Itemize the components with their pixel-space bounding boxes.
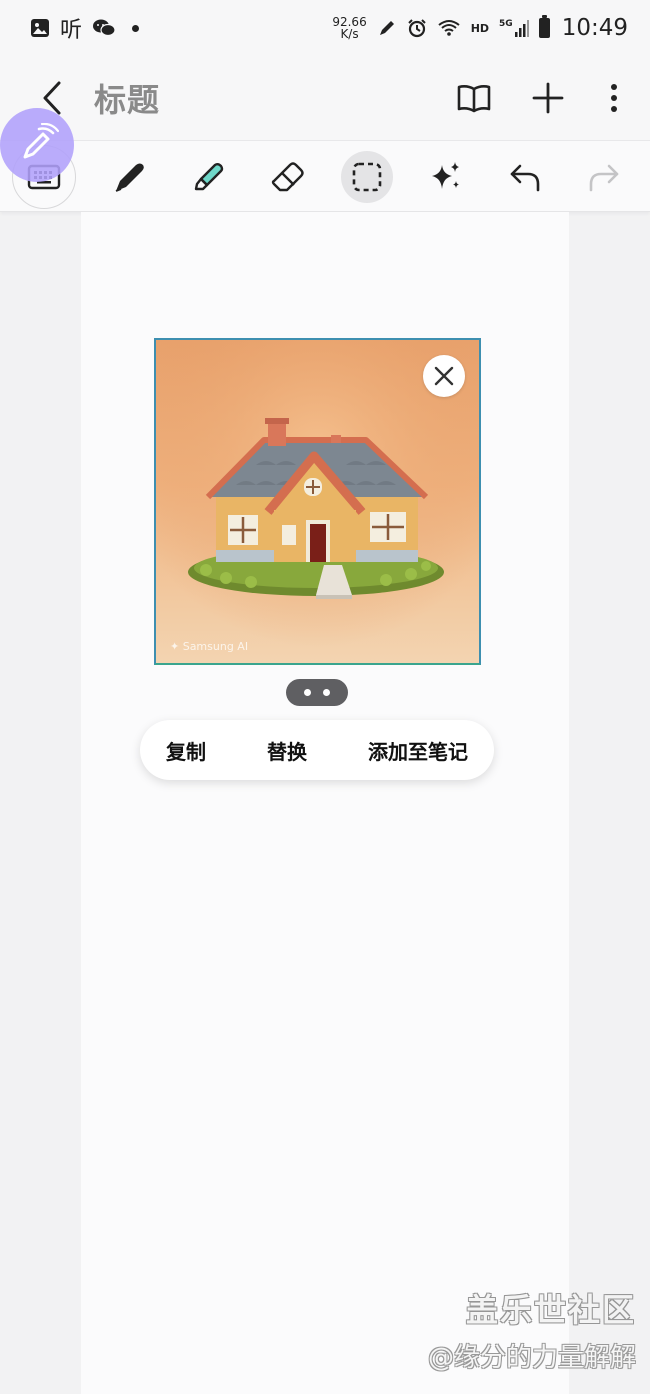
gallery-icon [31, 19, 49, 37]
undo-icon [510, 164, 540, 192]
add-to-note-button[interactable]: 添加至笔记 [368, 736, 468, 765]
eraser-tool[interactable] [262, 151, 314, 203]
title-actions [456, 80, 624, 116]
floating-pen-bubble[interactable] [0, 108, 74, 182]
lasso-select-icon [352, 162, 382, 192]
air-command-pen-icon [23, 123, 59, 159]
drawing-toolbar [0, 140, 650, 212]
replace-button[interactable]: 替换 [267, 736, 307, 765]
undo-button[interactable] [499, 151, 551, 203]
signal-bars-icon [514, 20, 529, 37]
wifi-icon [438, 20, 460, 36]
title-bar: 标题 [0, 56, 650, 140]
status-bar: 听 92.66 K/s HD 5G 10:49 [0, 0, 650, 56]
speed-unit: K/s [340, 27, 359, 41]
handle-dot [323, 689, 330, 696]
eraser-icon [271, 162, 304, 192]
listen-app-icon: 听 [60, 18, 83, 43]
highlighter-icon [194, 163, 224, 191]
add-page-button[interactable] [530, 80, 566, 116]
book-view-button[interactable] [456, 80, 492, 116]
close-icon [434, 366, 454, 386]
battery-icon [538, 15, 550, 38]
status-bar-left: 听 [30, 12, 140, 44]
ai-assist-tool[interactable] [420, 151, 472, 203]
signal-label: 5G [499, 19, 513, 29]
more-vertical-icon [611, 84, 617, 112]
alarm-icon [407, 19, 426, 38]
watermark-brand: 盖乐世社区 [465, 1291, 636, 1329]
lasso-select-tool[interactable] [341, 151, 393, 203]
community-watermark: 盖乐世社区 @缘分的力量解解 [428, 1285, 636, 1374]
signal-indicator: 5G [499, 19, 529, 37]
image-ai-watermark: ✦ Samsung AI [170, 640, 249, 653]
copy-button[interactable]: 复制 [166, 736, 206, 765]
watermark-user: @缘分的力量解解 [427, 1343, 636, 1373]
image-context-menu: 复制 替换 添加至笔记 [140, 720, 494, 780]
pen-icon [115, 163, 144, 192]
plus-icon [532, 82, 564, 114]
network-speed: 92.66 K/s [332, 16, 366, 40]
more-options-button[interactable] [604, 80, 624, 116]
wechat-icon [93, 19, 116, 37]
hd-indicator: HD [470, 21, 490, 35]
redo-icon [589, 164, 619, 192]
notification-dot [132, 24, 140, 32]
remove-image-button[interactable] [423, 355, 465, 397]
sparkle-icon [432, 162, 459, 189]
redo-button[interactable] [578, 151, 630, 203]
book-icon [457, 85, 491, 113]
handle-dot [304, 689, 311, 696]
status-bar-right: 92.66 K/s HD 5G 10:49 [332, 15, 628, 41]
page-title[interactable]: 标题 [94, 75, 456, 121]
clock: 10:49 [561, 15, 628, 41]
pen-tool[interactable] [104, 151, 156, 203]
highlighter-tool[interactable] [183, 151, 235, 203]
image-options-handle[interactable] [286, 679, 348, 706]
pen-status-icon [379, 21, 394, 35]
